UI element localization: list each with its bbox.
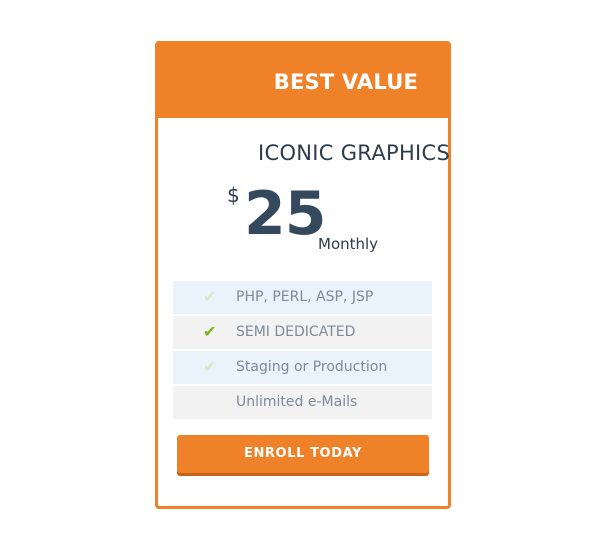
plan-name: ICONIC GRAPHICS xyxy=(258,141,451,165)
check-icon: ✔ xyxy=(203,322,217,341)
feature-row: ✔ SEMI DEDICATED xyxy=(173,316,432,349)
price-currency: $ xyxy=(227,183,240,207)
check-icon: ✔ xyxy=(203,357,217,376)
price-amount: 25 xyxy=(244,179,326,249)
feature-label: SEMI DEDICATED xyxy=(236,324,356,340)
price-period: Monthly xyxy=(318,235,379,253)
feature-row: ✔ PHP, PERL, ASP, JSP xyxy=(173,281,432,314)
feature-label: Staging or Production xyxy=(236,359,388,375)
feature-row: Unlimited e-Mails xyxy=(173,386,432,419)
pricing-card: BEST VALUE ICONIC GRAPHICS $ 25 Monthly … xyxy=(155,41,451,509)
best-value-badge: BEST VALUE xyxy=(273,70,418,94)
card-header: BEST VALUE xyxy=(158,44,448,118)
check-icon: ✔ xyxy=(203,287,217,306)
enroll-button[interactable]: ENROLL TODAY xyxy=(177,435,429,473)
feature-label: Unlimited e-Mails xyxy=(236,394,358,410)
feature-label: PHP, PERL, ASP, JSP xyxy=(236,289,374,305)
feature-list: ✔ PHP, PERL, ASP, JSP ✔ SEMI DEDICATED ✔… xyxy=(173,281,432,421)
feature-row: ✔ Staging or Production xyxy=(173,351,432,384)
